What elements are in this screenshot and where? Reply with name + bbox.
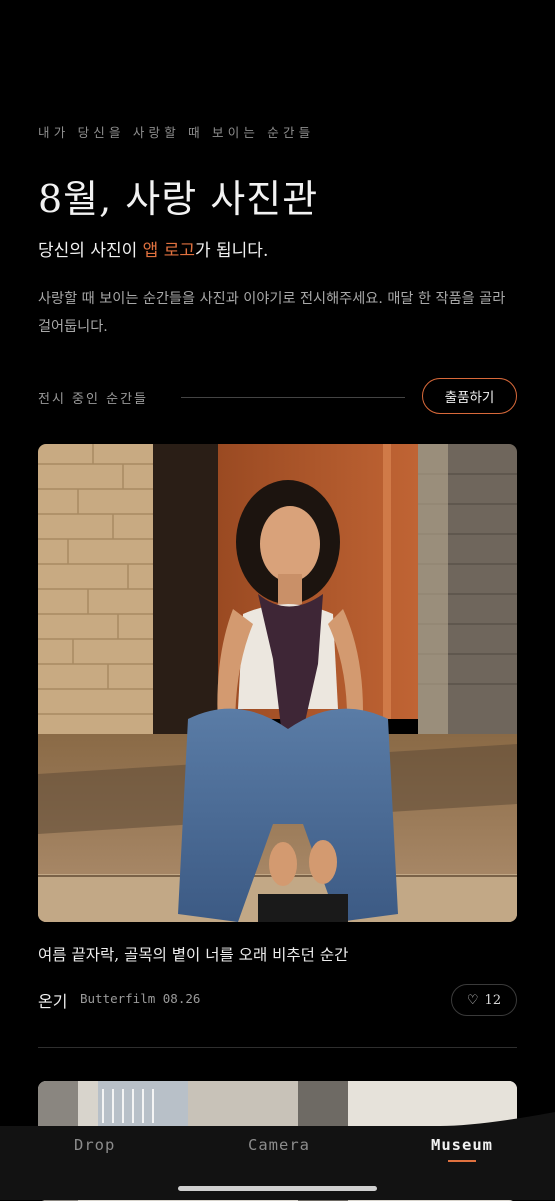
heart-icon: ♡: [466, 992, 479, 1008]
exhibit-photo-image: [38, 444, 517, 922]
exhibit-caption: 여름 끝자락, 골목의 볕이 너를 오래 비추던 순간: [38, 946, 349, 964]
subtitle-accent: 앱 로고: [142, 241, 195, 261]
submit-entry-button[interactable]: 출품하기: [422, 378, 517, 414]
page-title: 8월, 사랑 사진관: [38, 177, 319, 221]
exhibit-author[interactable]: 온기: [38, 988, 67, 1012]
section-divider: [181, 397, 405, 398]
home-indicator[interactable]: [178, 1186, 377, 1191]
page-description: 사랑할 때 보이는 순간들을 사진과 이야기로 전시해주세요. 매달 한 작품을…: [38, 291, 506, 335]
active-tab-indicator: [448, 1160, 476, 1162]
exhibit-photo[interactable]: [38, 444, 517, 922]
tab-museum[interactable]: Museum: [431, 1136, 493, 1154]
subtitle-suffix: 가 됩니다.: [194, 241, 269, 261]
card-divider: [38, 1047, 517, 1048]
like-count: 12: [484, 992, 502, 1008]
exhibit-camera-date: Butterfilm 08.26: [80, 991, 201, 1006]
eyebrow-text: 내가 당신을 사랑할 때 보이는 순간들: [38, 125, 315, 140]
subtitle-prefix: 당신의 사진이: [38, 241, 143, 261]
exhibit-meta: 온기 Butterfilm 08.26 ♡ 12: [38, 984, 517, 1016]
page-subtitle: 당신의 사진이 앱 로고가 됩니다.: [38, 236, 268, 261]
section-label: 전시 중인 순간들: [38, 392, 148, 407]
section-header: 전시 중인 순간들 출품하기: [38, 378, 517, 416]
tab-drop[interactable]: Drop: [74, 1136, 115, 1154]
tab-camera[interactable]: Camera: [248, 1136, 310, 1154]
like-button[interactable]: ♡ 12: [451, 984, 517, 1016]
